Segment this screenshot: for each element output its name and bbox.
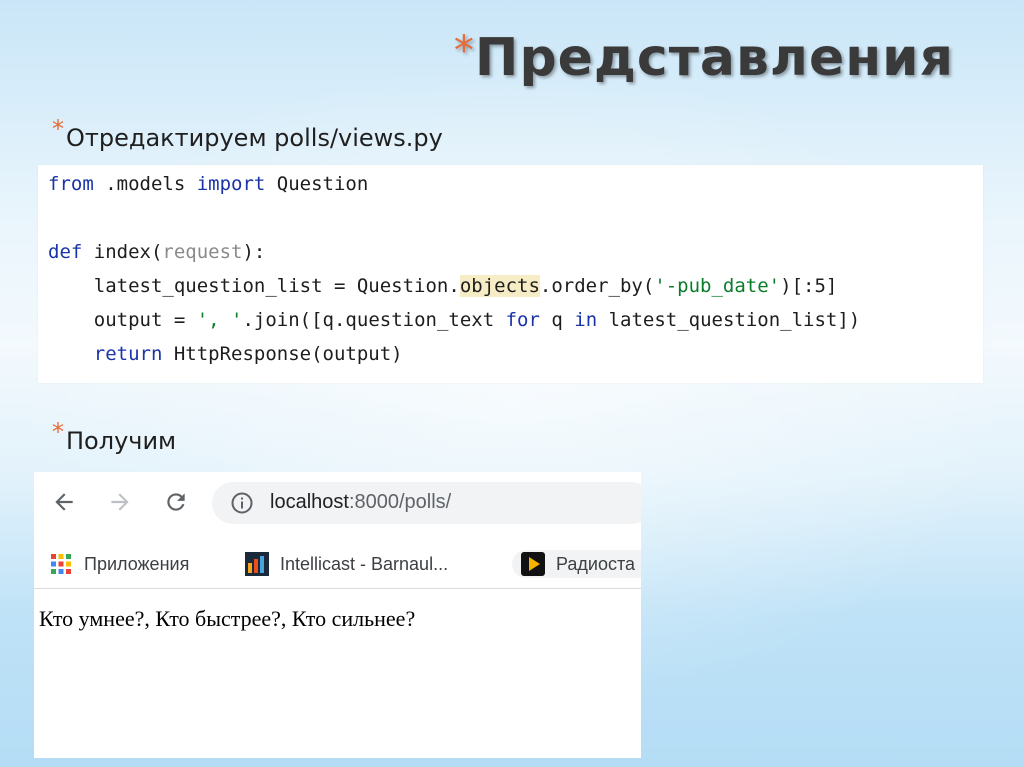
code-line-1: from .models import Question [48, 173, 368, 195]
slide-title: *Представления [454, 28, 954, 88]
code-text: HttpResponse(output) [162, 343, 403, 365]
apps-grid-icon [51, 554, 71, 574]
browser-toolbar: localhost:8000/polls/ [34, 472, 641, 538]
code-string: '-pub_date' [654, 275, 781, 297]
code-line-5: output = ', '.join([q.question_text for … [48, 309, 861, 331]
code-highlight: objects [459, 275, 540, 297]
code-text: Question [265, 173, 369, 195]
bullet-result: *Получим [52, 418, 176, 455]
url-host: localhost [270, 491, 349, 513]
back-button[interactable] [46, 484, 82, 520]
forward-arrow-icon [111, 493, 129, 511]
code-line-3: def index(request): [48, 241, 265, 263]
code-keyword: for [505, 309, 540, 331]
bullet-star: * [52, 115, 64, 143]
bullet-star: * [52, 418, 64, 446]
bullet-text: Отредактируем polls/views.py [66, 124, 443, 152]
title-text: Представления [474, 28, 954, 88]
code-keyword: def [48, 241, 83, 263]
code-line-6: return HttpResponse(output) [48, 343, 403, 365]
url-path: :8000/polls/ [348, 491, 452, 513]
bookmark-label: Intellicast - Barnaul... [280, 553, 449, 574]
code-keyword: import [196, 173, 266, 195]
code-text: .order_by( [539, 275, 655, 297]
radio-play-icon [521, 552, 545, 576]
back-arrow-icon [55, 493, 73, 511]
code-keyword: return [93, 343, 163, 365]
reload-icon [167, 493, 185, 511]
code-string: ', ' [196, 309, 243, 331]
bullet-edit-views: *Отредактируем polls/views.py [52, 115, 443, 152]
code-param: request [162, 241, 243, 263]
browser-window: localhost:8000/polls/ Приложения Intelli… [34, 472, 641, 758]
title-star: * [453, 28, 475, 74]
code-snippet: from .models import Question def index(r… [38, 165, 983, 383]
code-line-4: latest_question_list = Question.objects.… [48, 275, 837, 297]
code-text: q [539, 309, 575, 331]
code-keyword: in [574, 309, 598, 331]
info-icon[interactable] [230, 491, 254, 515]
code-text: .models [93, 173, 197, 195]
code-keyword: from [48, 173, 94, 195]
url-text[interactable]: localhost:8000/polls/ [270, 491, 451, 514]
code-text: latest_question_list = Question. [48, 275, 460, 297]
intellicast-icon [245, 552, 269, 576]
code-text: index( [82, 241, 163, 263]
bookmark-label: Приложения [84, 553, 190, 574]
reload-button[interactable] [158, 484, 194, 520]
bookmark-radio[interactable]: Радиоста [512, 550, 641, 578]
bookmark-apps[interactable]: Приложения [48, 550, 189, 578]
code-text: latest_question_list]) [597, 309, 861, 331]
bookmark-intellicast[interactable]: Intellicast - Barnaul... [244, 550, 448, 578]
address-bar[interactable]: localhost:8000/polls/ [212, 482, 641, 524]
bullet-text: Получим [66, 427, 177, 455]
code-text: output = [48, 309, 197, 331]
forward-button[interactable] [102, 484, 138, 520]
code-text: .join([q.question_text [242, 309, 506, 331]
bookmarks-bar: Приложения Intellicast - Barnaul... Ради… [34, 538, 641, 589]
bookmark-label: Радиоста [556, 553, 636, 574]
page-content: Кто умнее?, Кто быстрее?, Кто сильнее? [39, 606, 416, 631]
code-text: ): [242, 241, 266, 263]
code-text: )[:5] [780, 275, 838, 297]
